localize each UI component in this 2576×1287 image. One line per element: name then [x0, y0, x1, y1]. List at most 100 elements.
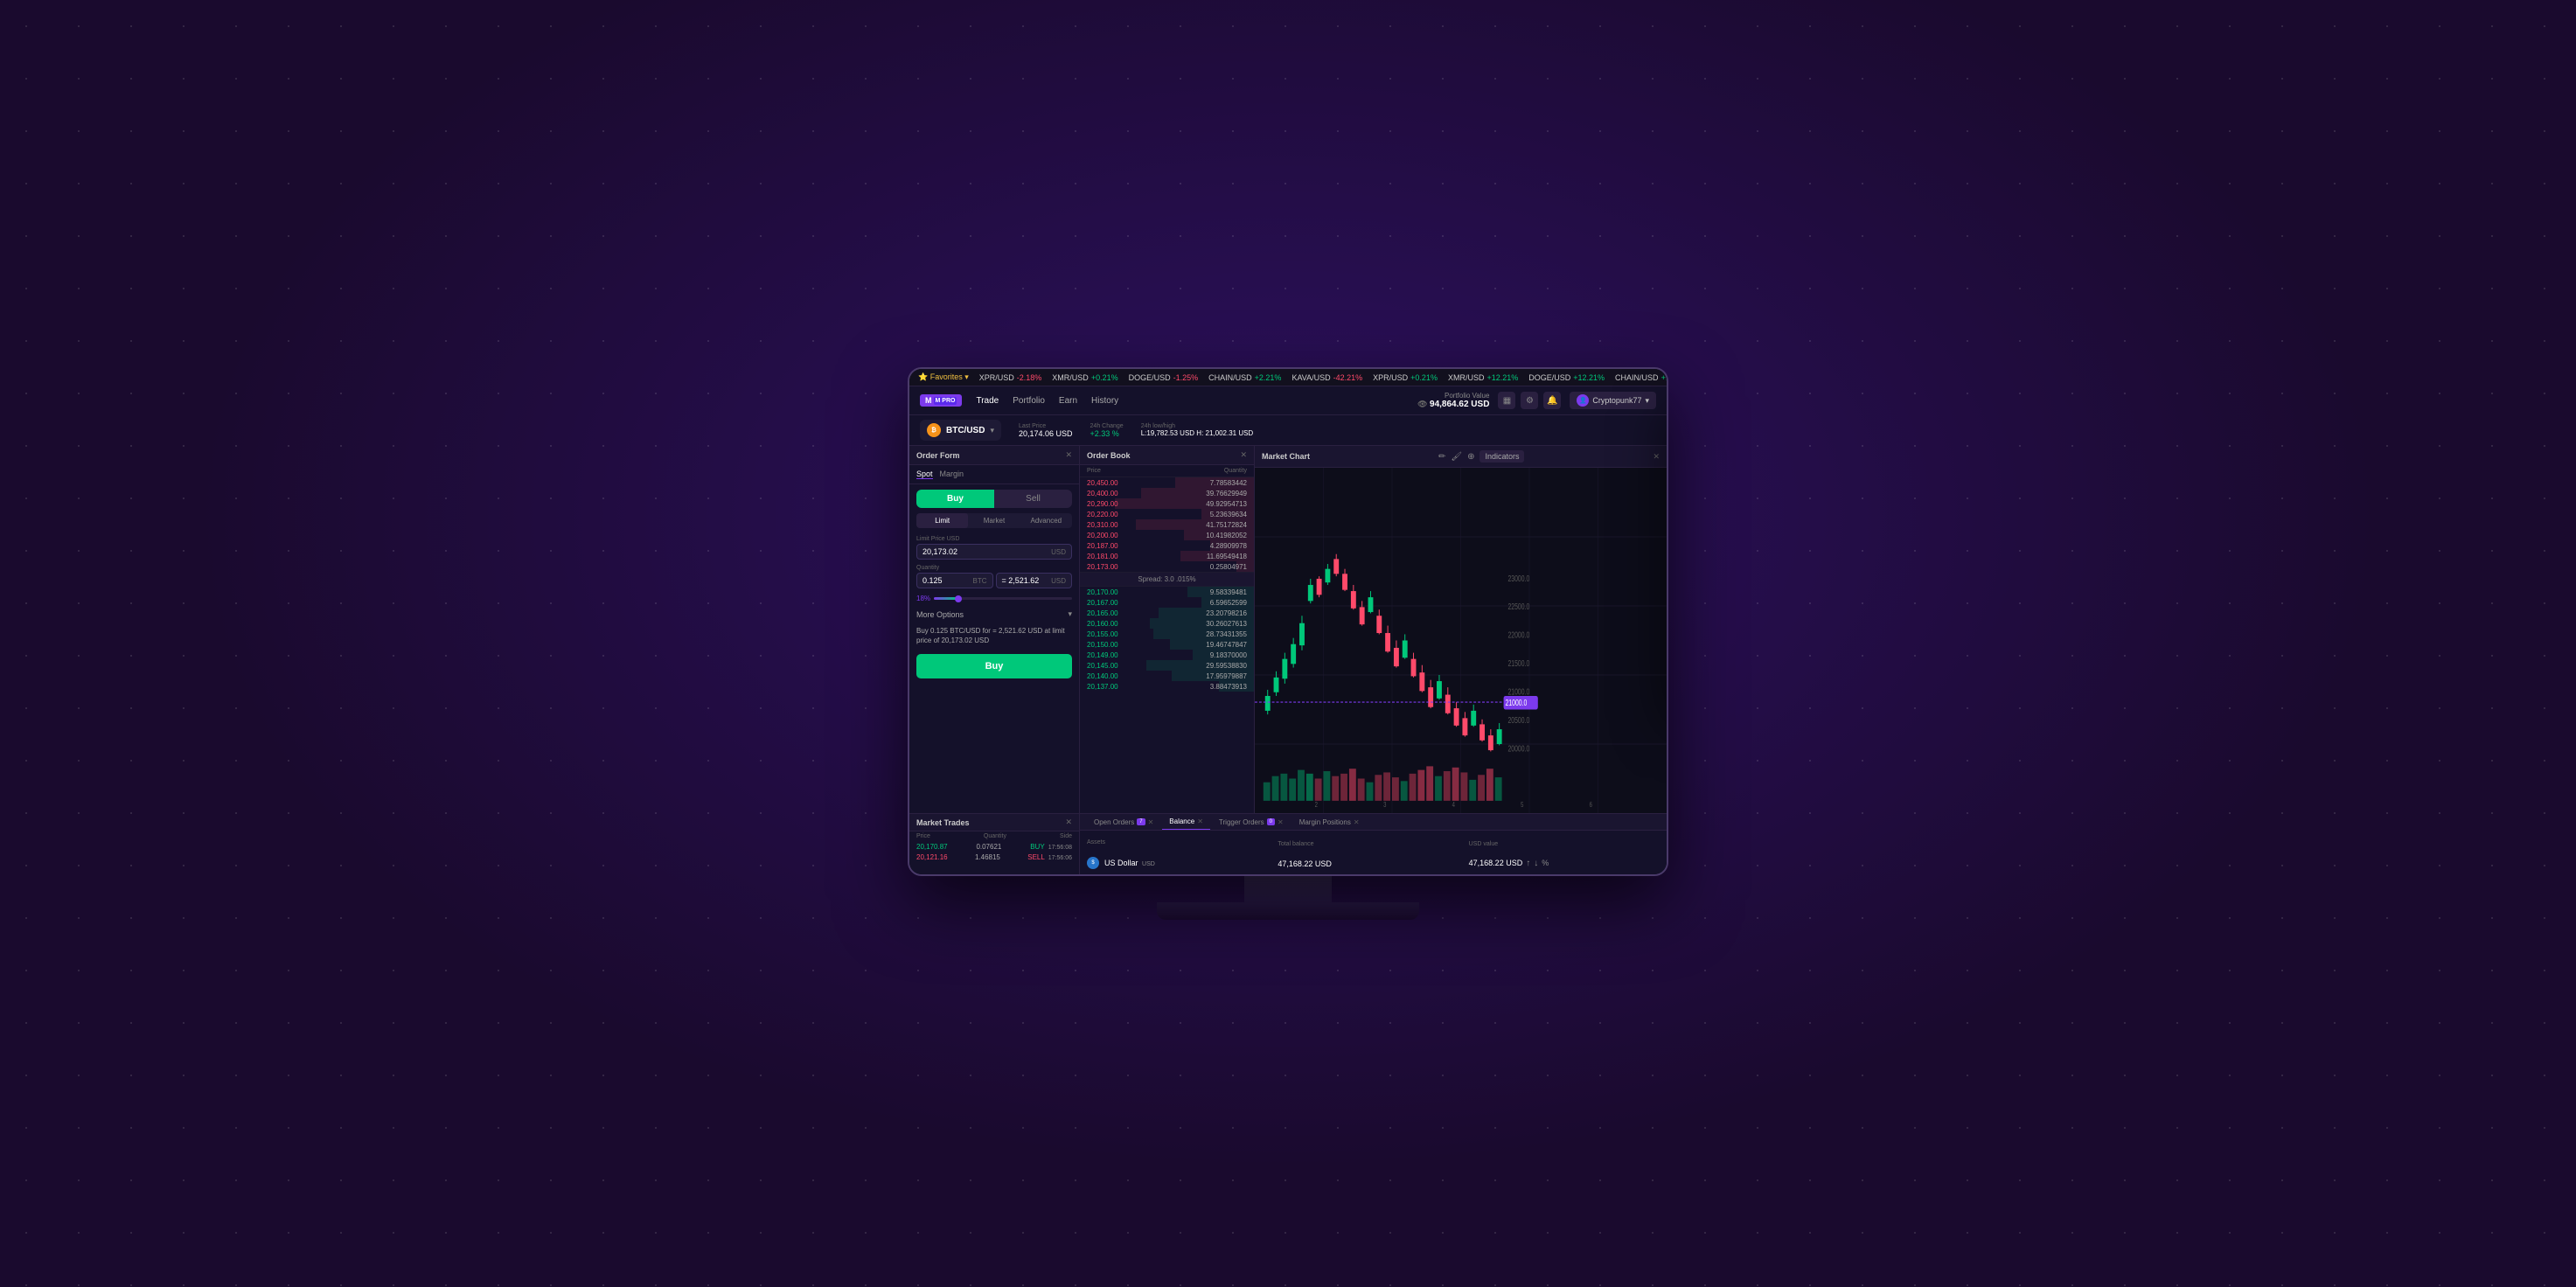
buy-sell-toggle: Buy Sell: [916, 490, 1072, 508]
trade-row-0[interactable]: 20,170.87 0.07621 BUY 17:56:08: [909, 841, 1079, 852]
usd-icon: $: [1087, 857, 1099, 869]
market-trades-panel: Market Trades ✕ Price Quantity Side 20,1…: [909, 814, 1080, 874]
order-tabs: Spot Margin: [909, 465, 1079, 484]
stand-neck: [1244, 876, 1332, 902]
notification-icon[interactable]: 🔔: [1543, 392, 1561, 409]
ask-row-1[interactable]: 20,400.00 39.76629949: [1080, 488, 1254, 498]
orderbook-close[interactable]: ✕: [1240, 450, 1247, 460]
spread-indicator: Spread: 3.0 .015%: [1080, 572, 1254, 587]
ask-row-6[interactable]: 20,187.00 4.28909978: [1080, 540, 1254, 551]
price-chart: 23000.0 22500.0 22000.0 21500.0 21000.0 …: [1255, 468, 1667, 813]
buy-button[interactable]: Buy: [916, 490, 994, 508]
ask-row-4[interactable]: 20,310.00 41.75172824: [1080, 519, 1254, 530]
slider-thumb[interactable]: [955, 595, 962, 602]
order-type-tabs: Limit Market Advanced: [916, 513, 1072, 528]
nav-history[interactable]: History: [1091, 396, 1118, 406]
tab-spot[interactable]: Spot: [916, 470, 933, 479]
bids-section: 20,170.00 9.58339481 20,167.00 6.5965259…: [1080, 587, 1254, 692]
limit-tab[interactable]: Limit: [916, 513, 968, 528]
pair-selector[interactable]: ₿ BTC/USD ▾: [920, 420, 1001, 441]
ask-row-5[interactable]: 20,200.00 10.41982052: [1080, 530, 1254, 540]
highlow-stat: 24h low/high L:19,782.53 USD H: 21,002.3…: [1141, 423, 1254, 437]
tab-margin-positions[interactable]: Margin Positions ✕: [1292, 815, 1367, 830]
arrow-up-icon[interactable]: ↑: [1526, 859, 1530, 868]
btc-icon: ₿: [927, 423, 941, 437]
market-trades-cols: Price Quantity Side: [909, 831, 1079, 841]
bid-row-1[interactable]: 20,167.00 6.59652599: [1080, 597, 1254, 608]
total-input[interactable]: = 2,521.62 USD: [996, 573, 1073, 588]
tab-margin[interactable]: Margin: [940, 470, 964, 479]
brush-icon[interactable]: 🖌: [1451, 452, 1462, 462]
svg-text:22500.0: 22500.0: [1507, 602, 1529, 612]
bid-row-7[interactable]: 20,145.00 29.59538830: [1080, 660, 1254, 671]
positions-panel: Open Orders 7 ✕ Balance ✕ Trigger Orders…: [1080, 814, 1667, 874]
asks-section: 20,450.00 7.78583442 20,400.00 39.766299…: [1080, 477, 1254, 572]
logo: M M PRO: [920, 394, 962, 407]
advanced-tab[interactable]: Advanced: [1020, 513, 1072, 528]
settings-icon[interactable]: ⚙: [1521, 392, 1538, 409]
bid-row-2[interactable]: 20,165.00 23.20798216: [1080, 608, 1254, 618]
indicators-button[interactable]: Indicators: [1479, 450, 1524, 463]
market-tab[interactable]: Market: [968, 513, 1020, 528]
bid-row-0[interactable]: 20,170.00 9.58339481: [1080, 587, 1254, 597]
svg-text:20500.0: 20500.0: [1507, 715, 1529, 726]
user-menu[interactable]: 👤 Cryptopunk77 ▾: [1570, 392, 1656, 409]
market-trades-close[interactable]: ✕: [1065, 817, 1072, 827]
ticker-item-0[interactable]: XPR/USD -2.18%: [979, 373, 1042, 382]
ticker-item-8[interactable]: CHAIN/USD +12.21%: [1615, 373, 1667, 382]
chart-close[interactable]: ✕: [1653, 452, 1660, 462]
ask-row-2[interactable]: 20,290.00 49.92954713: [1080, 498, 1254, 509]
nav-earn[interactable]: Earn: [1059, 396, 1077, 406]
limit-price-input[interactable]: 20,173.02 USD: [916, 544, 1072, 560]
bid-row-9[interactable]: 20,137.00 3.88473913: [1080, 681, 1254, 692]
percent-toggle[interactable]: %: [1542, 859, 1549, 867]
orderbook-header: Order Book ✕: [1080, 446, 1254, 465]
arrow-down-icon[interactable]: ↓: [1534, 859, 1538, 868]
ticker-item-5[interactable]: XPR/USD +0.21%: [1373, 373, 1438, 382]
pencil-icon[interactable]: ✏: [1438, 452, 1445, 462]
ticker-item-4[interactable]: KAVA/USD -42.21%: [1291, 373, 1362, 382]
assets-col: Assets: [1087, 839, 1278, 845]
orderbook-panel: Order Book ✕ Price Quantity 20,450.00: [1080, 446, 1255, 813]
calendar-icon[interactable]: ▦: [1498, 392, 1515, 409]
trade-row-1[interactable]: 20,121.16 1.46815 SELL 17:56:06: [909, 852, 1079, 862]
ask-row-7[interactable]: 20,181.00 11.69549418: [1080, 551, 1254, 561]
submit-order-button[interactable]: Buy: [916, 654, 1072, 678]
tab-open-orders[interactable]: Open Orders 7 ✕: [1087, 815, 1160, 830]
quantity-input[interactable]: 0.125 BTC: [916, 573, 993, 588]
ticker-item-7[interactable]: DOGE/USD +12.21%: [1528, 373, 1605, 382]
sell-button[interactable]: Sell: [994, 490, 1072, 508]
ticker-item-3[interactable]: CHAIN/USD +2.21%: [1208, 373, 1281, 382]
ticker-item-1[interactable]: XMR/USD +0.21%: [1052, 373, 1117, 382]
total-balance-col: Total balance: [1278, 834, 1468, 850]
crosshair-icon[interactable]: ⊕: [1467, 452, 1474, 462]
order-form-close[interactable]: ✕: [1065, 450, 1072, 460]
ask-row-0[interactable]: 20,450.00 7.78583442: [1080, 477, 1254, 488]
ticker-item-6[interactable]: XMR/USD +12.21%: [1448, 373, 1518, 382]
chevron-down-icon: ▾: [1068, 609, 1072, 619]
main-content: Order Form ✕ Spot Margin Buy Sell Limi: [909, 446, 1667, 813]
tab-trigger-orders[interactable]: Trigger Orders 0 ✕: [1212, 815, 1291, 830]
ask-row-8[interactable]: 20,173.00 0.25804971: [1080, 561, 1254, 572]
bid-row-4[interactable]: 20,155.00 28.73431355: [1080, 629, 1254, 639]
ticker-item-2[interactable]: DOGE/USD -1.25%: [1129, 373, 1199, 382]
chart-tools: ✏ 🖌 ⊕ Indicators: [1438, 450, 1525, 463]
monitor-stand: [908, 876, 1668, 920]
limit-price-field: Limit Price USD 20,173.02 USD: [916, 536, 1072, 560]
usd-value-col: USD value: [1469, 834, 1660, 850]
bid-row-6[interactable]: 20,149.00 9.18370000: [1080, 650, 1254, 660]
favorites-button[interactable]: ⭐ Favorites ▾: [918, 372, 969, 382]
chart-header: Market Chart ✏ 🖌 ⊕ Indicators ✕: [1255, 446, 1667, 468]
bottom-panels: Market Trades ✕ Price Quantity Side 20,1…: [909, 813, 1667, 874]
chart-panel: Market Chart ✏ 🖌 ⊕ Indicators ✕: [1255, 446, 1667, 813]
bid-row-8[interactable]: 20,140.00 17.95979887: [1080, 671, 1254, 681]
bid-row-5[interactable]: 20,150.00 19.46747847: [1080, 639, 1254, 650]
tab-balance[interactable]: Balance ✕: [1162, 814, 1210, 830]
leverage-slider[interactable]: 18%: [916, 595, 1072, 602]
portfolio-value: Portfolio Value 👁 94,864.62 USD: [1417, 392, 1489, 409]
bid-row-3[interactable]: 20,160.00 30.26027613: [1080, 618, 1254, 629]
ask-row-3[interactable]: 20,220.00 5.23639634: [1080, 509, 1254, 519]
nav-trade[interactable]: Trade: [976, 396, 999, 406]
nav-portfolio[interactable]: Portfolio: [1013, 396, 1045, 406]
more-options[interactable]: More Options ▾: [916, 609, 1072, 619]
